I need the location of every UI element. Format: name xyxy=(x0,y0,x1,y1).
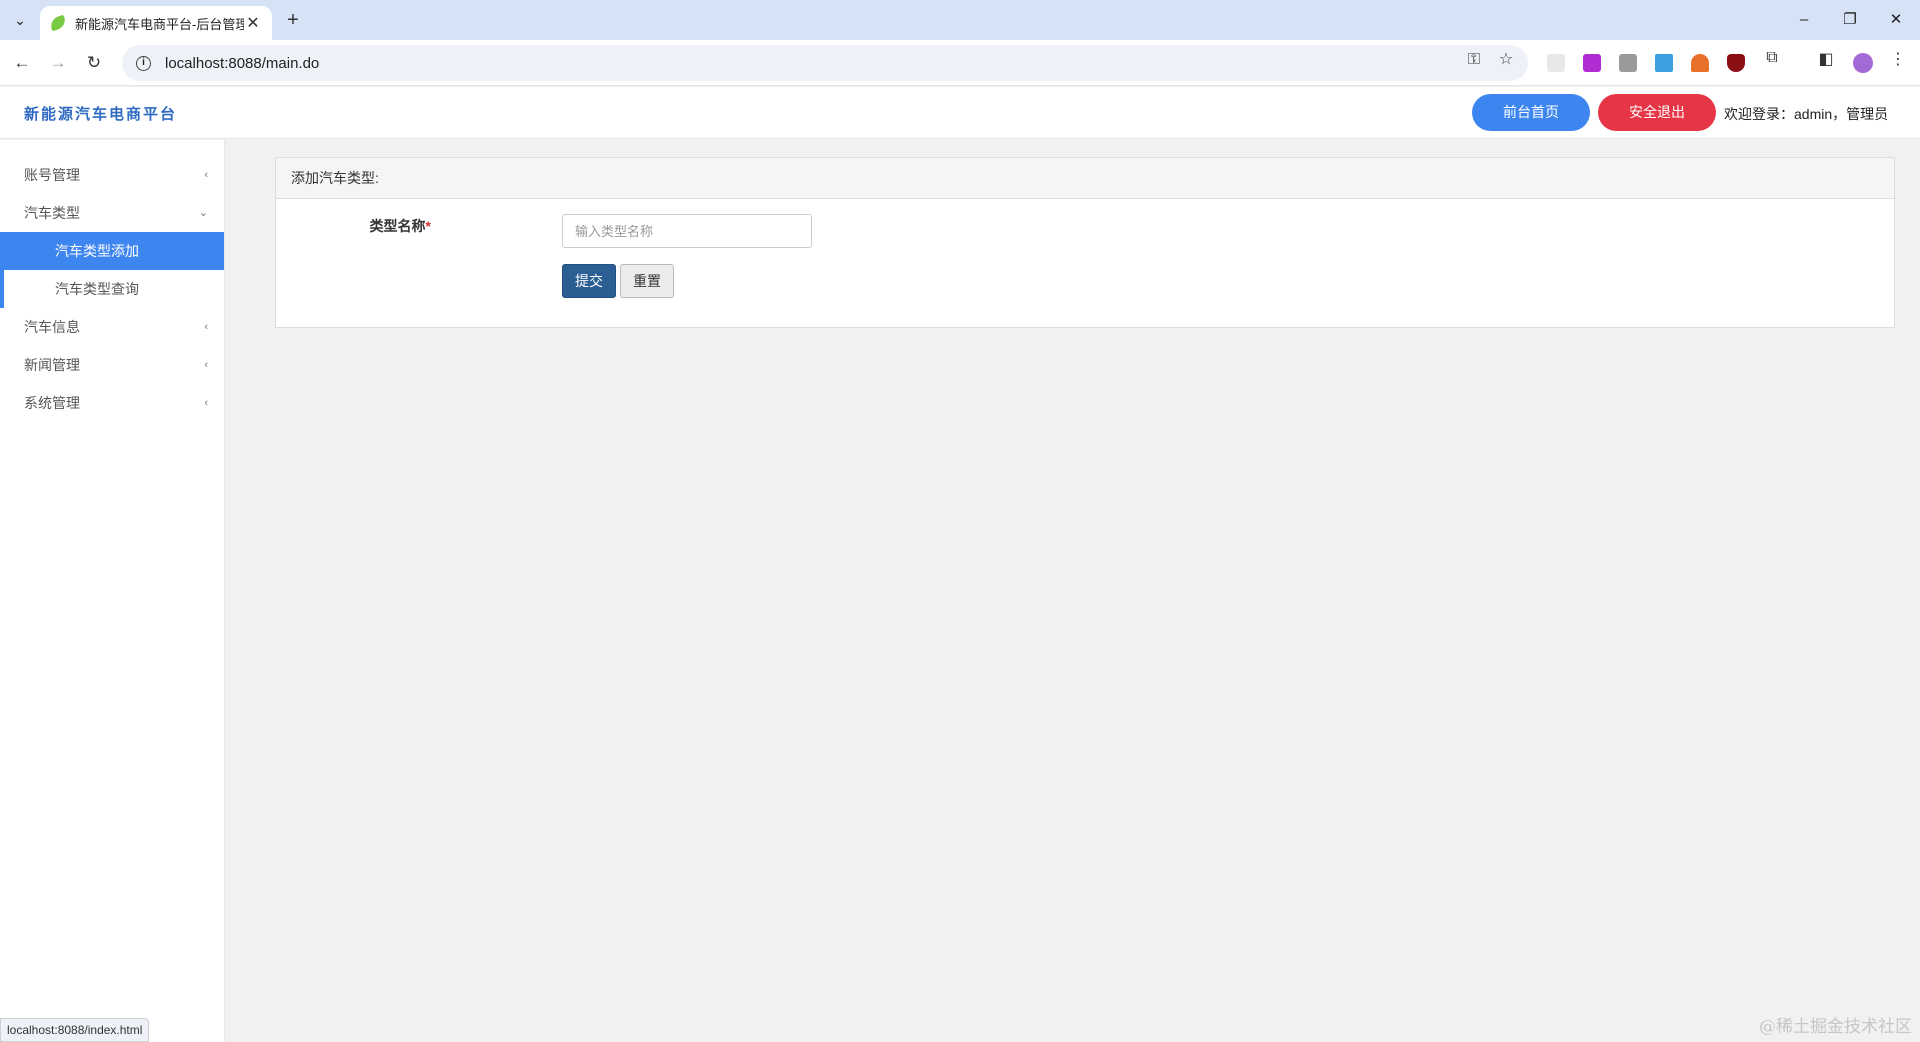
address-url: localhost:8088/main.do xyxy=(165,54,320,72)
required-mark: * xyxy=(425,218,431,234)
front-home-button[interactable]: 前台首页 xyxy=(1472,94,1590,131)
sidebar-item-label: 账号管理 xyxy=(24,167,80,183)
sidebar-subitem-car-type-query[interactable]: 汽车类型查询 xyxy=(0,270,224,308)
leaf-favicon-icon xyxy=(48,14,68,32)
add-car-type-panel: 添加汽车类型: 类型名称* 提交 重置 xyxy=(275,157,1895,328)
tab-search-chevron-down-icon[interactable]: ⌄ xyxy=(8,8,32,32)
extension-shield-icon[interactable] xyxy=(1727,54,1745,72)
extension-store-icon[interactable] xyxy=(1619,54,1637,72)
type-name-input[interactable] xyxy=(562,214,812,248)
sidebar-item-label: 汽车信息 xyxy=(24,319,80,335)
panel-title: 添加汽车类型: xyxy=(276,158,1894,199)
welcome-text: 欢迎登录：admin，管理员 xyxy=(1724,106,1889,122)
reset-button[interactable]: 重置 xyxy=(620,264,674,298)
extensions-puzzle-icon[interactable]: ⧉ xyxy=(1761,49,1783,67)
browser-tabstrip: ⌄ 新能源汽车电商平台-后台管理 ✕ + – ❐ ✕ xyxy=(0,0,1920,40)
tab-close-icon[interactable]: ✕ xyxy=(244,13,262,33)
browser-menu-icon[interactable]: ⋮ xyxy=(1887,49,1909,69)
window-close-icon[interactable]: ✕ xyxy=(1874,8,1918,32)
logout-button[interactable]: 安全退出 xyxy=(1598,94,1716,131)
sidebar-item-car-types[interactable]: 汽车类型 ⌄ xyxy=(0,194,224,232)
chevron-left-icon: ‹ xyxy=(204,321,208,333)
sidebar-subitem-label: 汽车类型添加 xyxy=(55,243,139,259)
submit-button[interactable]: 提交 xyxy=(562,264,616,298)
sidebar-item-label: 系统管理 xyxy=(24,395,80,411)
browser-toolbar: ← → ↻ i localhost:8088/main.do ⚿ ☆ ⧉ ◧ ⋮ xyxy=(0,40,1920,86)
app-header: 新能源汽车电商平台 前台首页 安全退出 欢迎登录：admin，管理员 xyxy=(0,87,1920,139)
sidebar-item-system[interactable]: 系统管理 ‹ xyxy=(0,384,224,422)
extension-cursor-icon[interactable] xyxy=(1547,54,1565,72)
restore-icon[interactable]: ❐ xyxy=(1828,8,1872,32)
sidebar-item-accounts[interactable]: 账号管理 ‹ xyxy=(0,156,224,194)
site-info-icon[interactable]: i xyxy=(136,55,151,71)
sidebar-item-car-info[interactable]: 汽车信息 ‹ xyxy=(0,308,224,346)
new-tab-plus-icon[interactable]: + xyxy=(280,8,306,34)
chevron-left-icon: ‹ xyxy=(204,169,208,181)
status-bar-url: localhost:8088/index.html xyxy=(0,1018,150,1042)
sidebar-subitem-car-type-add[interactable]: 汽车类型添加 xyxy=(0,232,224,270)
sidebar: 账号管理 ‹ 汽车类型 ⌄ 汽车类型添加 汽车类型查询 汽车信息 ‹ 新闻管理 … xyxy=(0,140,225,1042)
type-name-label-text: 类型名称 xyxy=(369,218,426,234)
sidebar-item-news[interactable]: 新闻管理 ‹ xyxy=(0,346,224,384)
extension-tree-icon[interactable] xyxy=(1691,54,1709,72)
type-name-label: 类型名称* xyxy=(276,216,431,236)
side-panel-icon[interactable]: ◧ xyxy=(1815,49,1837,69)
back-arrow-icon[interactable]: ← xyxy=(8,50,36,76)
sidebar-item-label: 汽车类型 xyxy=(24,205,80,221)
watermark: @稀土掘金技术社区 xyxy=(1759,1017,1912,1037)
extension-layers-icon[interactable] xyxy=(1655,54,1673,72)
chevron-left-icon: ‹ xyxy=(204,397,208,409)
brand-title: 新能源汽车电商平台 xyxy=(24,106,178,123)
address-bar[interactable]: i localhost:8088/main.do xyxy=(122,45,1528,81)
chevron-left-icon: ‹ xyxy=(204,359,208,371)
profile-avatar[interactable] xyxy=(1853,53,1873,73)
sidebar-item-label: 新闻管理 xyxy=(24,357,80,373)
forward-arrow-icon[interactable]: → xyxy=(44,50,72,76)
minimize-icon[interactable]: – xyxy=(1782,8,1826,32)
extension-rp-icon[interactable] xyxy=(1583,54,1601,72)
password-key-icon[interactable]: ⚿ xyxy=(1463,51,1485,69)
sidebar-subitem-label: 汽车类型查询 xyxy=(55,281,139,297)
browser-tab[interactable]: 新能源汽车电商平台-后台管理 ✕ xyxy=(40,6,272,40)
chevron-down-icon: ⌄ xyxy=(198,207,208,219)
bookmark-star-icon[interactable]: ☆ xyxy=(1495,49,1517,69)
tab-title: 新能源汽车电商平台-后台管理 xyxy=(75,16,244,32)
reload-icon[interactable]: ↻ xyxy=(80,50,108,76)
